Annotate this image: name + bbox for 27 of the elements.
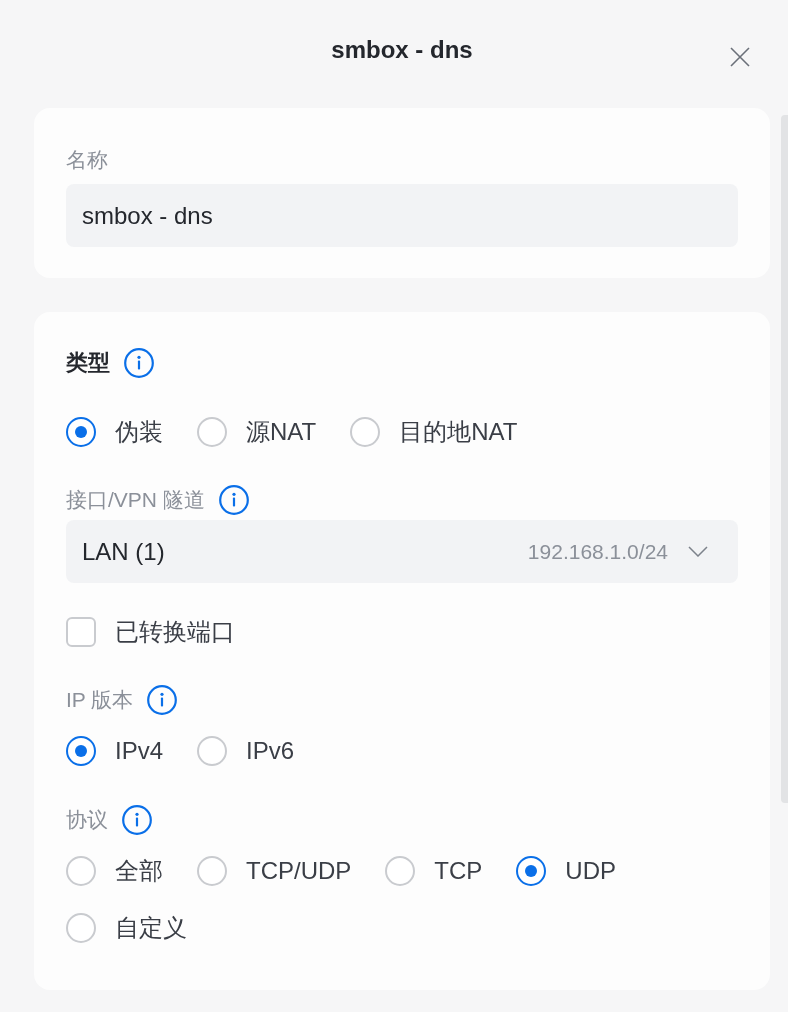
section-title: 类型 (66, 349, 110, 377)
chevron-down-icon (688, 546, 708, 557)
checkbox-option[interactable]: 已转换端口 (66, 617, 235, 647)
info-icon[interactable] (218, 485, 249, 515)
dropdown-value: LAN (1) (82, 537, 165, 566)
radio-option[interactable]: IPv4 (66, 736, 164, 766)
radio-option[interactable]: 源NAT (197, 417, 317, 447)
radio-option[interactable]: 伪装 (66, 417, 163, 447)
radio-option[interactable]: 自定义 (66, 913, 187, 943)
field-label: 名称 (66, 147, 108, 173)
subnet-text: 192.168.1.0/24 (527, 539, 668, 564)
field-label: 接口/VPN 隧道 (66, 487, 205, 513)
close-icon (730, 47, 750, 67)
info-icon[interactable] (124, 348, 154, 378)
radio-option[interactable]: 全部 (66, 856, 163, 886)
radio-option[interactable]: TCP/UDP (197, 856, 352, 886)
field-label: IP 版本 (66, 687, 134, 713)
name-input-field[interactable]: smbox - dns (66, 184, 738, 247)
radio-option[interactable]: 目的地NAT (350, 417, 518, 447)
radio-option[interactable]: IPv6 (197, 736, 295, 766)
radio-option[interactable]: TCP (385, 856, 483, 886)
dialog-title: smbox - dns (331, 35, 473, 65)
info-icon[interactable] (122, 805, 152, 835)
field-label: 协议 (66, 807, 108, 833)
info-icon[interactable] (147, 685, 178, 715)
interface-dropdown[interactable]: LAN (1) 192.168.1.0/24 (66, 520, 738, 583)
radio-option[interactable]: UDP (516, 856, 616, 886)
